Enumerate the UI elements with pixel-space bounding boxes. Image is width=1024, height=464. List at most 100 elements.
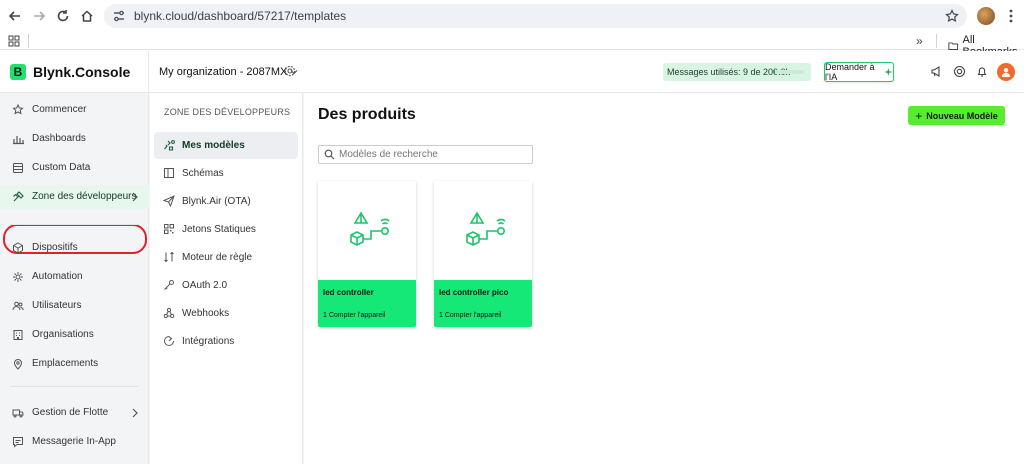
sidebar-item-label: Gestion de Flotte bbox=[32, 407, 109, 418]
dev-item-integrations[interactable]: Intégrations bbox=[154, 328, 298, 355]
profile-avatar[interactable] bbox=[977, 7, 995, 25]
bar-chart-icon bbox=[13, 136, 24, 145]
plus-icon: + bbox=[915, 108, 923, 123]
message-usage-indicator[interactable]: Messages utilisés: 9 de 200.0k bbox=[663, 63, 811, 81]
template-card[interactable]: led controller 1 Compter l'appareil bbox=[318, 181, 416, 327]
dev-item-label: OAuth 2.0 bbox=[182, 280, 228, 291]
page-title: Des produits bbox=[318, 106, 416, 123]
dev-item-moteur-de-regle[interactable]: Moteur de règle bbox=[154, 244, 298, 271]
topbar-divider bbox=[148, 51, 149, 93]
sidebar-item-gestion-de-flotte[interactable]: Gestion de Flotte bbox=[0, 401, 149, 425]
user-avatar[interactable] bbox=[997, 63, 1015, 81]
template-card[interactable]: led controller pico 1 Compter l'appareil bbox=[434, 181, 532, 327]
address-bar[interactable]: blynk.cloud/dashboard/57217/templates bbox=[104, 4, 967, 28]
site-settings-icon[interactable] bbox=[112, 9, 126, 23]
template-name: led controller bbox=[323, 288, 374, 297]
qr-code-icon bbox=[164, 224, 174, 234]
dev-item-label: Webhooks bbox=[182, 308, 230, 319]
sidebar-item-dispositifs[interactable]: Dispositifs bbox=[0, 236, 149, 260]
template-search[interactable] bbox=[318, 145, 533, 164]
sidebar-item-utilisateurs[interactable]: Utilisateurs bbox=[0, 294, 149, 318]
sidebar-item-label: Automation bbox=[32, 271, 83, 282]
truck-icon bbox=[12, 409, 24, 418]
brand-name[interactable]: Blynk.Console bbox=[33, 64, 130, 80]
device-count: 1 Compter l'appareil bbox=[439, 312, 502, 319]
device-count: 1 Compter l'appareil bbox=[323, 312, 386, 319]
bookmarks-divider bbox=[936, 34, 937, 48]
gear-icon[interactable] bbox=[284, 65, 296, 77]
template-name: led controller pico bbox=[439, 288, 509, 297]
dev-item-label: Intégrations bbox=[182, 336, 235, 347]
database-icon bbox=[13, 163, 23, 173]
bookmarks-bar: » All Bookmarks bbox=[0, 32, 1024, 58]
more-bookmarks-button[interactable]: » bbox=[916, 34, 923, 48]
dev-item-label: Mes modèles bbox=[182, 140, 245, 151]
home-button[interactable] bbox=[74, 3, 100, 29]
sidebar-item-label: Zone des développeurs bbox=[32, 191, 137, 202]
browser-toolbar: blynk.cloud/dashboard/57217/templates bbox=[0, 0, 1024, 32]
paper-plane-icon bbox=[163, 195, 175, 207]
organization-selector[interactable]: My organization - 2087MX bbox=[159, 66, 298, 78]
sidebar-item-label: Emplacements bbox=[32, 358, 99, 369]
top-bar: B Blynk.Console My organization - 2087MX… bbox=[0, 51, 1024, 93]
building-icon bbox=[13, 330, 23, 340]
apps-grid-icon[interactable] bbox=[8, 35, 20, 47]
dev-item-mes-modeles[interactable]: Mes modèles bbox=[154, 132, 298, 159]
ask-ai-button[interactable]: Demander à l'IA bbox=[824, 62, 894, 82]
template-card-footer: led controller pico 1 Compter l'appareil bbox=[434, 280, 532, 327]
dev-item-label: Jetons Statiques bbox=[182, 224, 256, 235]
dev-item-schemas[interactable]: Schémas bbox=[154, 160, 298, 187]
bell-icon[interactable] bbox=[976, 65, 988, 78]
sidebar-item-dashboards[interactable]: Dashboards bbox=[0, 127, 149, 151]
megaphone-icon[interactable] bbox=[930, 65, 943, 78]
new-template-label: Nouveau Modèle bbox=[926, 110, 998, 121]
developer-zone-title: ZONE DES DÉVELOPPEURS bbox=[164, 107, 291, 117]
chevron-right-icon bbox=[132, 408, 138, 418]
sidebar-item-messagerie-in-app[interactable]: Messagerie In-App bbox=[0, 430, 149, 454]
schema-icon bbox=[164, 168, 174, 178]
back-button[interactable] bbox=[2, 3, 28, 29]
arrow-left-icon bbox=[8, 11, 20, 21]
sidebar-item-emplacements[interactable]: Emplacements bbox=[0, 352, 149, 376]
chat-icon bbox=[13, 437, 23, 448]
webhook-icon bbox=[163, 307, 175, 319]
bookmarks-divider bbox=[28, 34, 29, 48]
dev-item-label: Schémas bbox=[182, 168, 224, 179]
sidebar-divider bbox=[10, 386, 138, 387]
sidebar-item-label: Messagerie In-App bbox=[32, 436, 116, 447]
dev-item-oauth[interactable]: OAuth 2.0 bbox=[154, 272, 298, 299]
sidebar-item-custom-data[interactable]: Custom Data bbox=[0, 156, 149, 180]
dev-item-blynk-air-ota[interactable]: Blynk.Air (OTA) bbox=[154, 188, 298, 215]
more-vertical-icon[interactable] bbox=[1004, 8, 1018, 24]
sidebar-item-zone-des-developpeurs[interactable]: Zone des développeurs bbox=[0, 185, 149, 209]
logo-icon[interactable]: B bbox=[10, 64, 26, 80]
arrow-right-icon bbox=[34, 11, 46, 21]
reload-icon bbox=[57, 10, 69, 22]
folder-icon bbox=[948, 42, 959, 50]
bookmark-star-icon[interactable] bbox=[945, 9, 959, 23]
sidebar-divider bbox=[10, 224, 138, 225]
sidebar-item-label: Dispositifs bbox=[32, 242, 78, 253]
ai-sparkle-icon bbox=[884, 68, 893, 76]
forward-button[interactable] bbox=[26, 3, 52, 29]
new-template-button[interactable]: + Nouveau Modèle bbox=[908, 106, 1005, 125]
search-icon bbox=[324, 149, 335, 160]
reload-button[interactable] bbox=[50, 3, 76, 29]
device-template-icon bbox=[466, 210, 506, 246]
sidebar-item-automation[interactable]: Automation bbox=[0, 265, 149, 289]
usage-progress-bar bbox=[774, 70, 804, 74]
organization-name: My organization - 2087MX bbox=[159, 66, 288, 78]
sidebar-item-organisations[interactable]: Organisations bbox=[0, 323, 149, 347]
sidebar-item-label: Utilisateurs bbox=[32, 300, 82, 311]
sidebar-item-commencer[interactable]: Commencer bbox=[0, 98, 149, 122]
dev-item-webhooks[interactable]: Webhooks bbox=[154, 300, 298, 327]
help-lifebuoy-icon[interactable] bbox=[953, 65, 966, 78]
dev-item-jetons-statiques[interactable]: Jetons Statiques bbox=[154, 216, 298, 243]
sidebar-item-label: Dashboards bbox=[32, 133, 86, 144]
home-icon bbox=[81, 10, 93, 22]
key-icon bbox=[164, 280, 174, 290]
template-illustration bbox=[434, 181, 532, 280]
ask-ai-label: Demander à l'IA bbox=[825, 62, 875, 82]
search-input[interactable] bbox=[339, 149, 529, 160]
rule-engine-icon bbox=[164, 251, 174, 263]
